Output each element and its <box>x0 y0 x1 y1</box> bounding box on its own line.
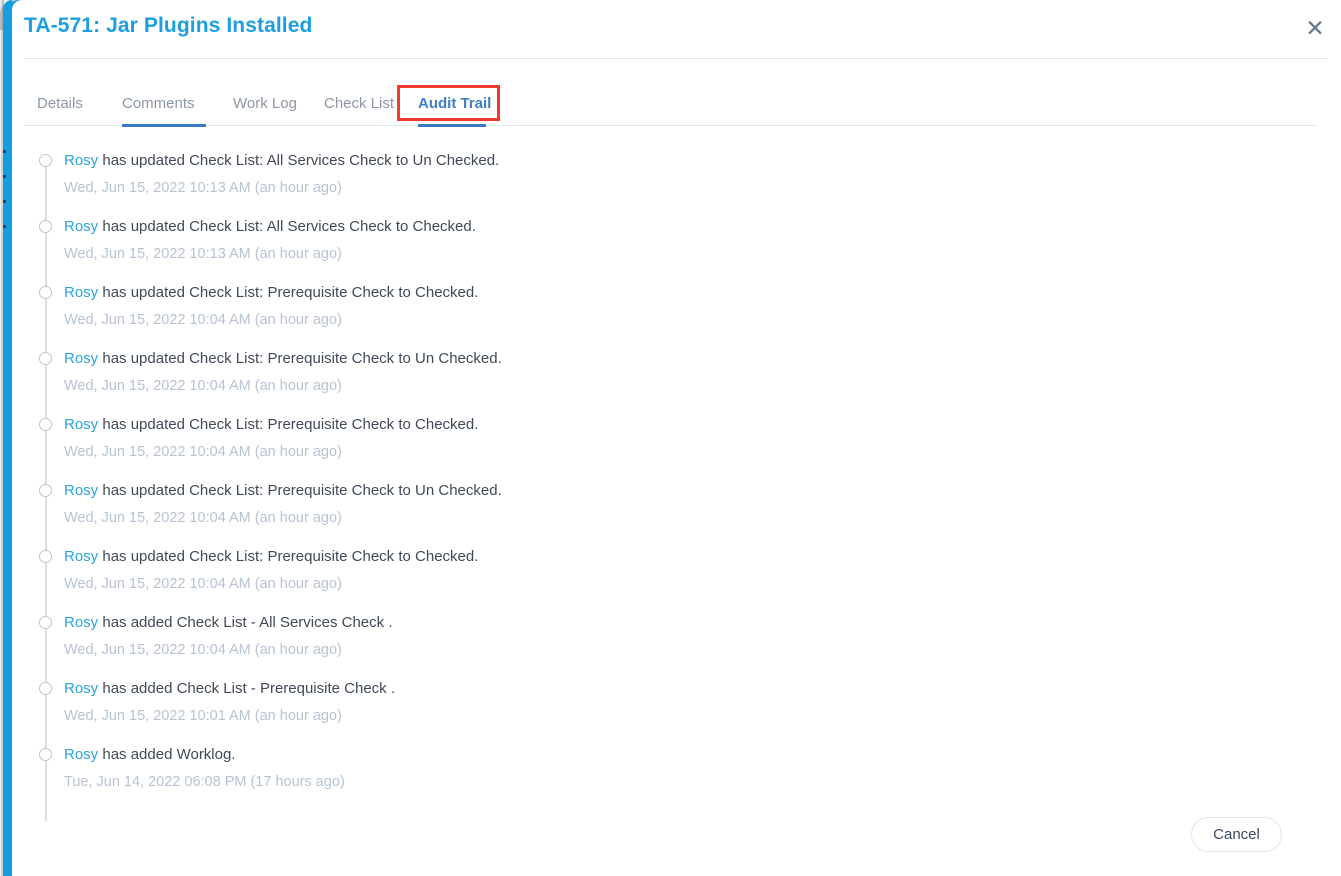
audit-entry-actor[interactable]: Rosy <box>64 680 98 697</box>
audit-trail-timeline: Rosy has updated Check List: All Service… <box>12 146 1341 806</box>
timeline-bullet-icon <box>39 616 52 629</box>
tab-work-log[interactable]: Work Log <box>233 82 297 124</box>
timeline-connector <box>45 431 47 491</box>
audit-entry-timestamp: Wed, Jun 15, 2022 10:04 AM (an hour ago) <box>64 303 1341 330</box>
audit-entry-text: Rosy has added Check List - All Services… <box>64 608 1341 633</box>
audit-entry-action: has updated Check List: Prerequisite Che… <box>98 482 502 499</box>
audit-entry: Rosy has updated Check List: Prerequisit… <box>12 476 1341 542</box>
timeline-bullet-icon <box>39 682 52 695</box>
audit-entry-action: has updated Check List: Prerequisite Che… <box>98 284 478 301</box>
audit-entry-actor[interactable]: Rosy <box>64 350 98 367</box>
audit-entry-text: Rosy has updated Check List: Prerequisit… <box>64 278 1341 303</box>
close-icon[interactable]: ✕ <box>1302 15 1328 41</box>
audit-entry-timestamp: Wed, Jun 15, 2022 10:04 AM (an hour ago) <box>64 435 1341 462</box>
timeline-connector <box>45 629 47 689</box>
issue-detail-modal: TA-571: Jar Plugins Installed ✕ Details C… <box>12 0 1341 876</box>
audit-entry-actor[interactable]: Rosy <box>64 152 98 169</box>
audit-entry-text: Rosy has updated Check List: Prerequisit… <box>64 344 1341 369</box>
timeline-connector <box>45 761 47 821</box>
audit-entry-action: has updated Check List: Prerequisite Che… <box>98 350 502 367</box>
audit-entry-timestamp: Wed, Jun 15, 2022 10:01 AM (an hour ago) <box>64 699 1341 726</box>
left-accent-bar <box>3 0 12 876</box>
cancel-button[interactable]: Cancel <box>1191 817 1282 852</box>
audit-entry-timestamp: Tue, Jun 14, 2022 06:08 PM (17 hours ago… <box>64 765 1341 792</box>
audit-entry-text: Rosy has updated Check List: All Service… <box>64 146 1341 171</box>
audit-entry-text: Rosy has added Check List - Prerequisite… <box>64 674 1341 699</box>
audit-entry-actor[interactable]: Rosy <box>64 548 98 565</box>
audit-entry-text: Rosy has updated Check List: Prerequisit… <box>64 476 1341 501</box>
audit-entry-action: has added Worklog. <box>98 746 235 763</box>
timeline-connector <box>45 695 47 755</box>
audit-entry-timestamp: Wed, Jun 15, 2022 10:04 AM (an hour ago) <box>64 501 1341 528</box>
tab-audit-trail[interactable]: Audit Trail <box>418 82 491 124</box>
timeline-connector <box>45 563 47 623</box>
audit-entry-actor[interactable]: Rosy <box>64 614 98 631</box>
audit-entry-timestamp: Wed, Jun 15, 2022 10:04 AM (an hour ago) <box>64 369 1341 396</box>
audit-entry: Rosy has updated Check List: Prerequisit… <box>12 344 1341 410</box>
timeline-bullet-icon <box>39 352 52 365</box>
timeline-connector <box>45 497 47 557</box>
audit-entry-action: has added Check List - Prerequisite Chec… <box>98 680 395 697</box>
audit-entry-timestamp: Wed, Jun 15, 2022 10:04 AM (an hour ago) <box>64 567 1341 594</box>
tab-underline-audit-trail <box>418 124 486 127</box>
audit-entry-actor[interactable]: Rosy <box>64 416 98 433</box>
audit-entry: Rosy has updated Check List: Prerequisit… <box>12 278 1341 344</box>
audit-entry-actor[interactable]: Rosy <box>64 218 98 235</box>
timeline-connector <box>45 299 47 359</box>
timeline-bullet-icon <box>39 550 52 563</box>
audit-entry-timestamp: Wed, Jun 15, 2022 10:13 AM (an hour ago) <box>64 171 1341 198</box>
tab-bar: Details Comments Work Log Check List Audit T… <box>12 82 1341 126</box>
audit-entry-actor[interactable]: Rosy <box>64 746 98 763</box>
left-accent-ticks <box>3 150 6 250</box>
audit-entry-text: Rosy has updated Check List: Prerequisit… <box>64 410 1341 435</box>
timeline-bullet-icon <box>39 748 52 761</box>
audit-entry-action: has updated Check List: All Services Che… <box>98 218 476 235</box>
audit-entry-action: has updated Check List: All Services Che… <box>98 152 499 169</box>
audit-entry-actor[interactable]: Rosy <box>64 482 98 499</box>
audit-entry-action: has updated Check List: Prerequisite Che… <box>98 548 478 565</box>
audit-entry: Rosy has added Worklog.Tue, Jun 14, 2022… <box>12 740 1341 806</box>
timeline-bullet-icon <box>39 154 52 167</box>
audit-entry-action: has updated Check List: Prerequisite Che… <box>98 416 478 433</box>
audit-entry: Rosy has updated Check List: All Service… <box>12 212 1341 278</box>
audit-entry-text: Rosy has added Worklog. <box>64 740 1341 765</box>
audit-entry-action: has added Check List - All Services Chec… <box>98 614 392 631</box>
timeline-connector <box>45 167 47 227</box>
tab-details[interactable]: Details <box>37 82 83 124</box>
modal-header: TA-571: Jar Plugins Installed ✕ <box>12 0 1341 58</box>
audit-entry-text: Rosy has updated Check List: All Service… <box>64 212 1341 237</box>
audit-entry-timestamp: Wed, Jun 15, 2022 10:04 AM (an hour ago) <box>64 633 1341 660</box>
modal-footer: Cancel <box>12 810 1341 860</box>
audit-entry: Rosy has added Check List - All Services… <box>12 608 1341 674</box>
audit-entry: Rosy has updated Check List: Prerequisit… <box>12 542 1341 608</box>
timeline-bullet-icon <box>39 484 52 497</box>
timeline-bullet-icon <box>39 220 52 233</box>
tab-comments[interactable]: Comments <box>122 82 195 124</box>
audit-entry: Rosy has updated Check List: All Service… <box>12 146 1341 212</box>
audit-entry: Rosy has updated Check List: Prerequisit… <box>12 410 1341 476</box>
tab-underline-comments <box>122 124 206 127</box>
timeline-bullet-icon <box>39 418 52 431</box>
audit-entry-text: Rosy has updated Check List: Prerequisit… <box>64 542 1341 567</box>
header-divider <box>24 58 1328 59</box>
timeline-bullet-icon <box>39 286 52 299</box>
audit-entry-timestamp: Wed, Jun 15, 2022 10:13 AM (an hour ago) <box>64 237 1341 264</box>
audit-entry: Rosy has added Check List - Prerequisite… <box>12 674 1341 740</box>
timeline-connector <box>45 233 47 293</box>
audit-entry-actor[interactable]: Rosy <box>64 284 98 301</box>
tab-bar-divider <box>24 125 1318 126</box>
tab-check-list[interactable]: Check List <box>324 82 394 124</box>
timeline-connector <box>45 365 47 425</box>
page-title: TA-571: Jar Plugins Installed <box>24 14 312 38</box>
